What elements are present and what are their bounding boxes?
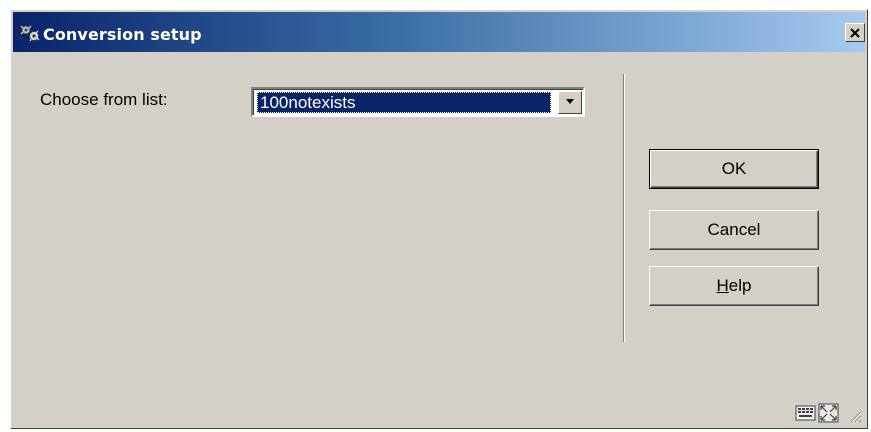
status-bar-icons (793, 400, 863, 424)
size-grip-icon[interactable] (850, 411, 862, 423)
dropdown-frame: 100notexists (253, 89, 583, 115)
close-button[interactable] (845, 23, 865, 42)
title-bar[interactable]: Conversion setup (13, 12, 865, 52)
dropdown-arrow-button[interactable] (558, 91, 582, 114)
conversion-gears-icon (19, 24, 41, 42)
help-button[interactable]: Help (649, 266, 819, 306)
close-icon (850, 28, 860, 38)
keyboard-icon[interactable] (795, 405, 816, 421)
ok-button[interactable]: OK (649, 149, 819, 189)
conversion-setup-dialog: Conversion setup Choose from list: 100no… (10, 9, 868, 429)
resize-icon[interactable] (818, 403, 839, 423)
chevron-down-icon (566, 99, 574, 104)
cancel-button-label: Cancel (707, 220, 761, 239)
choose-from-list-dropdown[interactable]: 100notexists (251, 87, 585, 117)
dialog-title: Conversion setup (43, 25, 202, 44)
cancel-button[interactable]: Cancel (649, 210, 819, 250)
help-label-rest: elp (728, 276, 752, 295)
vertical-divider (623, 74, 625, 342)
help-button-label: Help (717, 276, 752, 295)
help-mnemonic: H (716, 276, 729, 295)
dropdown-selected-value[interactable]: 100notexists (257, 92, 551, 113)
ok-button-label: OK (721, 159, 747, 178)
choose-from-list-label: Choose from list: (40, 90, 168, 109)
